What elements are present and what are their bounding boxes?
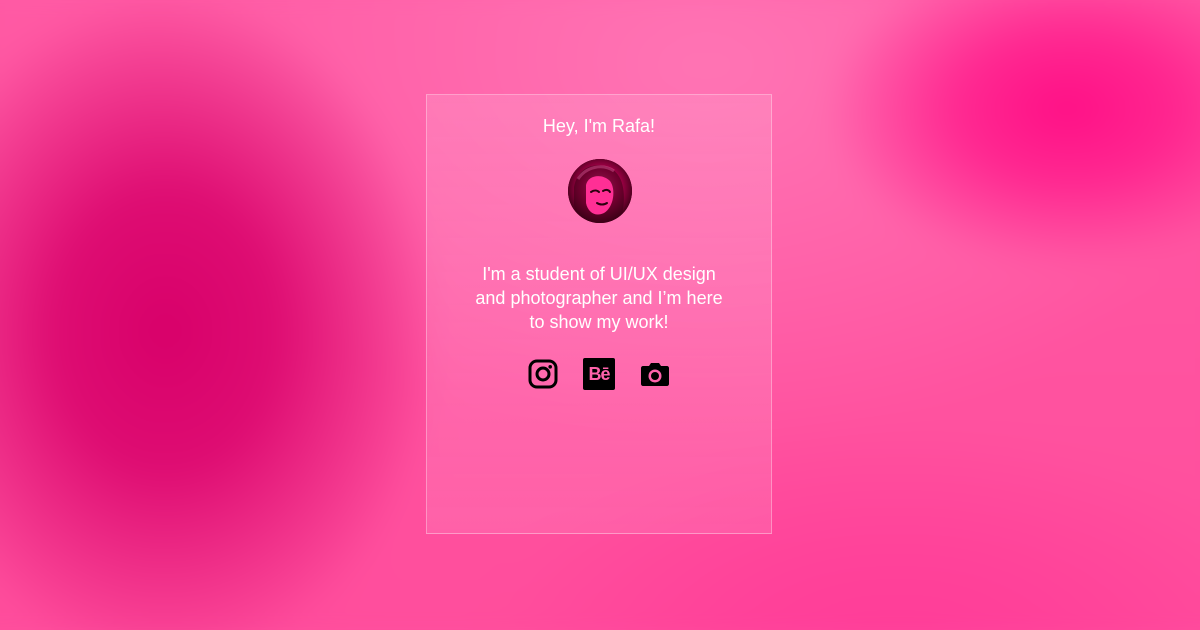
instagram-link[interactable] [527,358,559,390]
behance-icon: Bē [583,358,615,390]
behance-link[interactable]: Bē [583,358,615,390]
camera-link[interactable] [639,358,671,390]
profile-card: Hey, I'm Rafa! I'm a student of UI/UX de… [426,94,772,534]
profile-title: Hey, I'm Rafa! [542,116,656,136]
instagram-icon [527,358,559,390]
behance-label: Bē [588,364,610,384]
profile-bio: I'm a student of UI/UX design and photog… [475,264,723,332]
camera-icon [639,358,671,390]
avatar [568,159,632,223]
social-links: Bē [427,358,771,390]
